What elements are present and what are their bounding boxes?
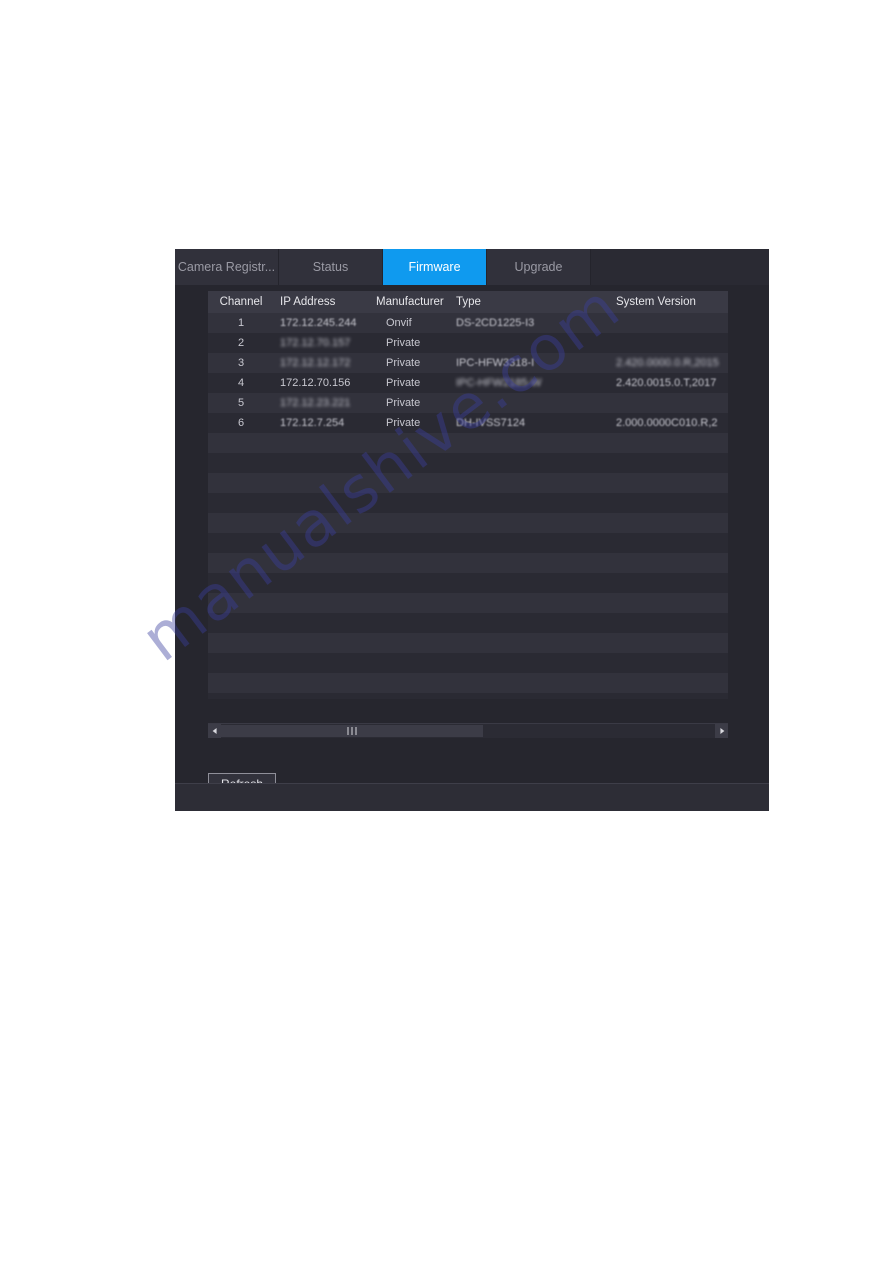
cell-type [456,333,616,353]
table-row-empty [208,693,728,699]
table-body: 1 172.12.245.244 Onvif DS-2CD1225-I3 2 172.12… [208,313,728,699]
cell-ip-address: 172.12.70.157 [280,337,351,349]
cell-ip-address: 172.12.7.254 [280,417,345,429]
cell-channel: 1 [237,317,245,329]
scrollbar-grip-icon [347,727,357,735]
firmware-dialog: Camera Registr... Status Firmware Upgrad… [175,249,769,811]
tab-bar-filler [591,249,769,285]
cell-system-version [616,333,728,353]
cell-type: IPC-HFW2185-W [456,377,542,389]
cell-channel: 5 [237,397,245,409]
table-row-empty [208,553,728,573]
table-row-empty [208,453,728,473]
table-row-empty [208,613,728,633]
cell-type: DH-IVSS7124 [456,417,526,429]
table-row-empty [208,633,728,653]
cell-channel: 3 [237,357,245,369]
tab-status[interactable]: Status [279,249,383,285]
cell-channel: 4 [237,377,245,389]
cell-system-version: 2.000.0000C010.R,2 [616,417,718,429]
table-header-row: Channel IP Address Manufacturer Type Sys… [208,291,728,313]
firmware-panel-body: Channel IP Address Manufacturer Type Sys… [175,285,769,795]
table-row-empty [208,493,728,513]
cell-manufacturer: Private [386,377,421,389]
column-header-system-version: System Version [616,296,696,308]
table-row-empty [208,593,728,613]
cell-channel: 2 [237,337,245,349]
column-header-manufacturer: Manufacturer [376,296,444,308]
tab-camera-registration[interactable]: Camera Registr... [175,249,279,285]
scrollbar-track[interactable] [221,725,715,737]
column-header-type: Type [456,296,481,308]
firmware-table: Channel IP Address Manufacturer Type Sys… [208,291,728,699]
cell-type [456,393,616,413]
cell-type: IPC-HFW3318-I [456,357,535,369]
tab-upgrade[interactable]: Upgrade [487,249,591,285]
cell-manufacturer: Private [386,337,421,349]
table-row[interactable]: 1 172.12.245.244 Onvif DS-2CD1225-I3 [208,313,728,333]
tab-firmware[interactable]: Firmware [383,249,487,285]
cell-system-version [616,393,728,413]
table-row-empty [208,573,728,593]
scrollbar-thumb[interactable] [221,725,483,737]
cell-type: DS-2CD1225-I3 [456,317,535,329]
scroll-right-arrow-icon[interactable] [715,724,728,738]
cell-system-version: 2.420.0000.0.R,2015 [616,357,719,369]
cell-ip-address: 172.12.23.221 [280,397,351,409]
cell-ip-address: 172.12.245.244 [280,317,357,329]
table-row-empty [208,653,728,673]
cell-ip-address: 172.12.12.172 [280,357,351,369]
table-row[interactable]: 2 172.12.70.157 Private [208,333,728,353]
cell-manufacturer: Private [386,397,421,409]
table-row[interactable]: 4 172.12.70.156 Private IPC-HFW2185-W 2.420.… [208,373,728,393]
cell-manufacturer: Private [386,417,421,429]
column-header-ip-address: IP Address [280,296,336,308]
table-row-empty [208,673,728,693]
tab-bar: Camera Registr... Status Firmware Upgrad… [175,249,769,285]
table-row-empty [208,513,728,533]
table-row[interactable]: 3 172.12.12.172 Private IPC-HFW3318-I 2.420.… [208,353,728,373]
table-row-empty [208,473,728,493]
cell-system-version [616,313,728,333]
column-header-channel: Channel [219,296,263,308]
dialog-bottom-bar [175,783,769,811]
cell-manufacturer: Onvif [386,317,412,329]
cell-manufacturer: Private [386,357,421,369]
table-row-empty [208,433,728,453]
table-row[interactable]: 5 172.12.23.221 Private [208,393,728,413]
scroll-left-arrow-icon[interactable] [208,724,221,738]
cell-ip-address: 172.12.70.156 [280,377,351,389]
table-row[interactable]: 6 172.12.7.254 Private DH-IVSS7124 2.000.000… [208,413,728,433]
horizontal-scrollbar[interactable] [208,723,728,738]
cell-system-version: 2.420.0015.0.T,2017 [616,377,717,389]
table-row-empty [208,533,728,553]
cell-channel: 6 [237,417,245,429]
